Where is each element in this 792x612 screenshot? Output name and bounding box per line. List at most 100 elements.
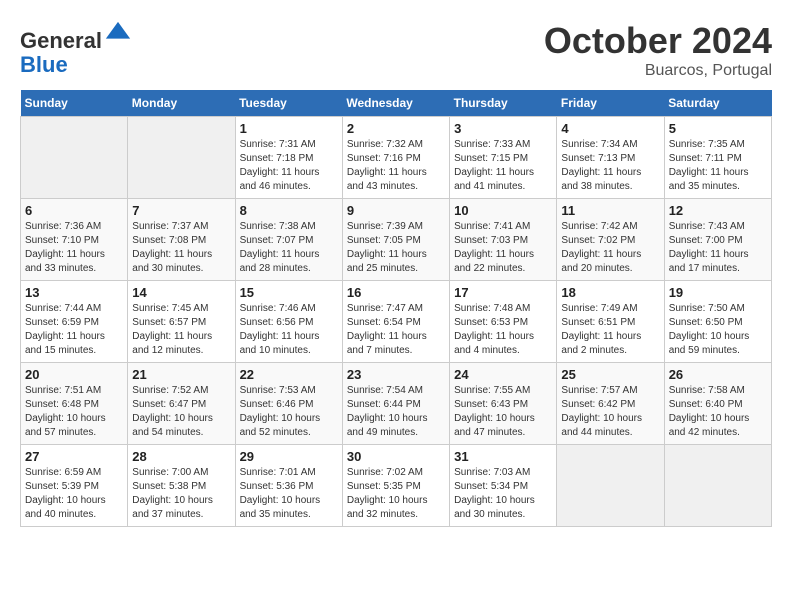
calendar-day-cell: 8 Sunrise: 7:38 AM Sunset: 7:07 PM Daylig… <box>235 199 342 281</box>
calendar-day-cell: 20 Sunrise: 7:51 AM Sunset: 6:48 PM Dayli… <box>21 363 128 445</box>
calendar-day-cell: 3Sunrise: 7:33 AM Sunset: 7:15 PM Daylig… <box>450 117 557 199</box>
day-number: 14 <box>132 285 230 300</box>
calendar-day-cell: 14 Sunrise: 7:45 AM Sunset: 6:57 PM Dayli… <box>128 281 235 363</box>
day-info: Sunrise: 7:55 AM Sunset: 6:43 PM Dayligh… <box>454 384 552 440</box>
calendar-day-cell: 26Sunrise: 7:58 AM Sunset: 6:40 PM Dayli… <box>664 363 771 445</box>
day-info: Sunrise: 7:32 AM Sunset: 7:16 PM Dayligh… <box>347 138 445 194</box>
day-info: Sunrise: 7:54 AM Sunset: 6:44 PM Dayligh… <box>347 384 445 440</box>
calendar-day-cell: 7 Sunrise: 7:37 AM Sunset: 7:08 PM Daylig… <box>128 199 235 281</box>
day-number: 1 <box>240 121 338 136</box>
calendar-week-row: 6 Sunrise: 7:36 AM Sunset: 7:10 PM Daylig… <box>21 199 772 281</box>
day-info: Sunrise: 7:38 AM Sunset: 7:07 PM Dayligh… <box>240 220 338 276</box>
logo-general: General <box>20 28 102 53</box>
weekday-header-row: SundayMondayTuesdayWednesdayThursdayFrid… <box>21 90 772 117</box>
day-info: Sunrise: 7:33 AM Sunset: 7:15 PM Dayligh… <box>454 138 552 194</box>
day-number: 17 <box>454 285 552 300</box>
day-info: Sunrise: 7:51 AM Sunset: 6:48 PM Dayligh… <box>25 384 123 440</box>
day-number: 31 <box>454 449 552 464</box>
day-number: 7 <box>132 203 230 218</box>
calendar-day-cell: 30 Sunrise: 7:02 AM Sunset: 5:35 PM Dayli… <box>342 445 449 527</box>
day-number: 21 <box>132 367 230 382</box>
weekday-header-cell: Tuesday <box>235 90 342 117</box>
page-header: General Blue October 2024 Buarcos, Portu… <box>20 20 772 80</box>
day-number: 22 <box>240 367 338 382</box>
day-info: Sunrise: 7:48 AM Sunset: 6:53 PM Dayligh… <box>454 302 552 358</box>
calendar-day-cell <box>128 117 235 199</box>
day-number: 10 <box>454 203 552 218</box>
day-number: 15 <box>240 285 338 300</box>
calendar-day-cell: 4Sunrise: 7:34 AM Sunset: 7:13 PM Daylig… <box>557 117 664 199</box>
weekday-header-cell: Wednesday <box>342 90 449 117</box>
logo-blue: Blue <box>20 52 68 77</box>
calendar-day-cell: 28 Sunrise: 7:00 AM Sunset: 5:38 PM Dayli… <box>128 445 235 527</box>
month-title: October 2024 <box>544 20 772 62</box>
day-info: Sunrise: 7:00 AM Sunset: 5:38 PM Dayligh… <box>132 466 230 522</box>
day-info: Sunrise: 7:36 AM Sunset: 7:10 PM Dayligh… <box>25 220 123 276</box>
day-number: 6 <box>25 203 123 218</box>
day-number: 8 <box>240 203 338 218</box>
weekday-header-cell: Saturday <box>664 90 771 117</box>
day-number: 28 <box>132 449 230 464</box>
day-number: 27 <box>25 449 123 464</box>
day-info: Sunrise: 7:39 AM Sunset: 7:05 PM Dayligh… <box>347 220 445 276</box>
day-info: Sunrise: 7:02 AM Sunset: 5:35 PM Dayligh… <box>347 466 445 522</box>
calendar-day-cell: 21Sunrise: 7:52 AM Sunset: 6:47 PM Dayli… <box>128 363 235 445</box>
calendar-day-cell <box>21 117 128 199</box>
calendar-day-cell: 18 Sunrise: 7:49 AM Sunset: 6:51 PM Dayli… <box>557 281 664 363</box>
day-info: Sunrise: 7:45 AM Sunset: 6:57 PM Dayligh… <box>132 302 230 358</box>
location: Buarcos, Portugal <box>544 62 772 80</box>
day-info: Sunrise: 7:43 AM Sunset: 7:00 PM Dayligh… <box>669 220 767 276</box>
day-number: 18 <box>561 285 659 300</box>
calendar-day-cell: 24 Sunrise: 7:55 AM Sunset: 6:43 PM Dayli… <box>450 363 557 445</box>
calendar-week-row: 13 Sunrise: 7:44 AM Sunset: 6:59 PM Dayli… <box>21 281 772 363</box>
day-number: 13 <box>25 285 123 300</box>
day-number: 23 <box>347 367 445 382</box>
day-info: Sunrise: 6:59 AM Sunset: 5:39 PM Dayligh… <box>25 466 123 522</box>
calendar-day-cell: 6 Sunrise: 7:36 AM Sunset: 7:10 PM Daylig… <box>21 199 128 281</box>
day-number: 29 <box>240 449 338 464</box>
calendar-day-cell: 19 Sunrise: 7:50 AM Sunset: 6:50 PM Dayli… <box>664 281 771 363</box>
weekday-header-cell: Sunday <box>21 90 128 117</box>
day-number: 2 <box>347 121 445 136</box>
calendar-day-cell <box>557 445 664 527</box>
calendar-week-row: 1 Sunrise: 7:31 AM Sunset: 7:18 PM Daylig… <box>21 117 772 199</box>
day-number: 25 <box>561 367 659 382</box>
day-number: 20 <box>25 367 123 382</box>
day-number: 24 <box>454 367 552 382</box>
calendar-day-cell: 13 Sunrise: 7:44 AM Sunset: 6:59 PM Dayli… <box>21 281 128 363</box>
calendar-day-cell: 12 Sunrise: 7:43 AM Sunset: 7:00 PM Dayli… <box>664 199 771 281</box>
day-number: 30 <box>347 449 445 464</box>
day-number: 19 <box>669 285 767 300</box>
day-info: Sunrise: 7:31 AM Sunset: 7:18 PM Dayligh… <box>240 138 338 194</box>
calendar-week-row: 27 Sunrise: 6:59 AM Sunset: 5:39 PM Dayli… <box>21 445 772 527</box>
calendar-day-cell: 27 Sunrise: 6:59 AM Sunset: 5:39 PM Dayli… <box>21 445 128 527</box>
calendar-day-cell: 31Sunrise: 7:03 AM Sunset: 5:34 PM Dayli… <box>450 445 557 527</box>
day-number: 26 <box>669 367 767 382</box>
day-number: 9 <box>347 203 445 218</box>
day-info: Sunrise: 7:53 AM Sunset: 6:46 PM Dayligh… <box>240 384 338 440</box>
calendar-day-cell: 25Sunrise: 7:57 AM Sunset: 6:42 PM Dayli… <box>557 363 664 445</box>
day-number: 11 <box>561 203 659 218</box>
day-number: 5 <box>669 121 767 136</box>
calendar-day-cell: 11Sunrise: 7:42 AM Sunset: 7:02 PM Dayli… <box>557 199 664 281</box>
day-info: Sunrise: 7:35 AM Sunset: 7:11 PM Dayligh… <box>669 138 767 194</box>
day-info: Sunrise: 7:49 AM Sunset: 6:51 PM Dayligh… <box>561 302 659 358</box>
day-number: 16 <box>347 285 445 300</box>
day-info: Sunrise: 7:47 AM Sunset: 6:54 PM Dayligh… <box>347 302 445 358</box>
calendar-day-cell: 2 Sunrise: 7:32 AM Sunset: 7:16 PM Daylig… <box>342 117 449 199</box>
day-info: Sunrise: 7:50 AM Sunset: 6:50 PM Dayligh… <box>669 302 767 358</box>
calendar-day-cell: 5 Sunrise: 7:35 AM Sunset: 7:11 PM Daylig… <box>664 117 771 199</box>
day-number: 12 <box>669 203 767 218</box>
day-info: Sunrise: 7:37 AM Sunset: 7:08 PM Dayligh… <box>132 220 230 276</box>
calendar-week-row: 20 Sunrise: 7:51 AM Sunset: 6:48 PM Dayli… <box>21 363 772 445</box>
day-info: Sunrise: 7:01 AM Sunset: 5:36 PM Dayligh… <box>240 466 338 522</box>
weekday-header-cell: Friday <box>557 90 664 117</box>
calendar-day-cell: 9 Sunrise: 7:39 AM Sunset: 7:05 PM Daylig… <box>342 199 449 281</box>
day-number: 4 <box>561 121 659 136</box>
calendar-day-cell <box>664 445 771 527</box>
day-info: Sunrise: 7:44 AM Sunset: 6:59 PM Dayligh… <box>25 302 123 358</box>
weekday-header-cell: Thursday <box>450 90 557 117</box>
weekday-header-cell: Monday <box>128 90 235 117</box>
calendar-day-cell: 22 Sunrise: 7:53 AM Sunset: 6:46 PM Dayli… <box>235 363 342 445</box>
day-info: Sunrise: 7:46 AM Sunset: 6:56 PM Dayligh… <box>240 302 338 358</box>
